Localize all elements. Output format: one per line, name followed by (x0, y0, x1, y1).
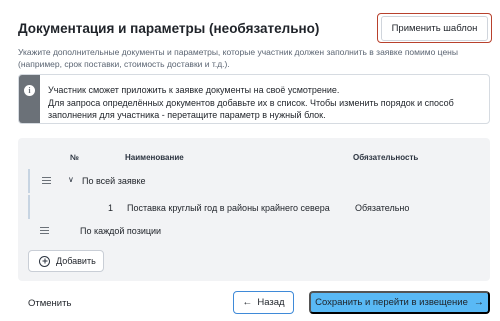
info-notice: i Участник сможет приложить к заявке док… (18, 74, 490, 124)
add-parameter-button[interactable]: Добавить (28, 250, 104, 272)
row-name: Поставка круглый год в районы крайнего с… (127, 203, 330, 213)
cancel-button[interactable]: Отменить (28, 298, 71, 309)
row-required: Обязательно (355, 203, 410, 213)
save-label: Сохранить и перейти в извещение (315, 297, 468, 308)
column-header-name: Наименование (125, 153, 184, 162)
drag-handle-icon[interactable] (42, 177, 51, 184)
info-icon: i (24, 85, 35, 96)
column-header-number: № (70, 153, 79, 162)
group-row-whole-application[interactable]: ∨ По всей заявке (28, 169, 490, 193)
plus-circle-icon (39, 255, 50, 267)
apply-template-button[interactable]: Применить шаблон (377, 13, 492, 43)
info-text: Участник сможет приложить к заявке докум… (48, 84, 480, 122)
group-label: По всей заявке (82, 176, 146, 186)
row-number: 1 (108, 203, 114, 213)
table-row[interactable]: 1 Поставка круглый год в районы крайнего… (28, 195, 490, 221)
info-strip: i (19, 75, 40, 123)
arrow-left-icon: ← (242, 296, 253, 308)
group-row-each-position[interactable]: По каждой позиции (28, 219, 490, 243)
back-button[interactable]: ← Назад (233, 291, 294, 314)
group-label: По каждой позиции (80, 226, 162, 236)
parameters-table: № Наименование Обязательность ∨ По всей … (18, 138, 490, 281)
back-label: Назад (257, 297, 285, 308)
page-title: Документация и параметры (необязательно) (18, 21, 320, 36)
save-and-go-button[interactable]: Сохранить и перейти в извещение → (309, 291, 490, 314)
section-description: Укажите дополнительные документы и парам… (18, 47, 458, 69)
apply-template-label: Применить шаблон (380, 15, 489, 41)
arrow-right-icon: → (473, 296, 484, 308)
column-header-required: Обязательность (353, 153, 419, 162)
info-line-2: Для запроса определённых документов доба… (48, 97, 454, 121)
info-line-1: Участник сможет приложить к заявке докум… (48, 85, 340, 95)
add-label: Добавить (56, 256, 96, 266)
drag-handle-icon[interactable] (40, 227, 49, 234)
chevron-down-icon[interactable]: ∨ (68, 175, 74, 184)
